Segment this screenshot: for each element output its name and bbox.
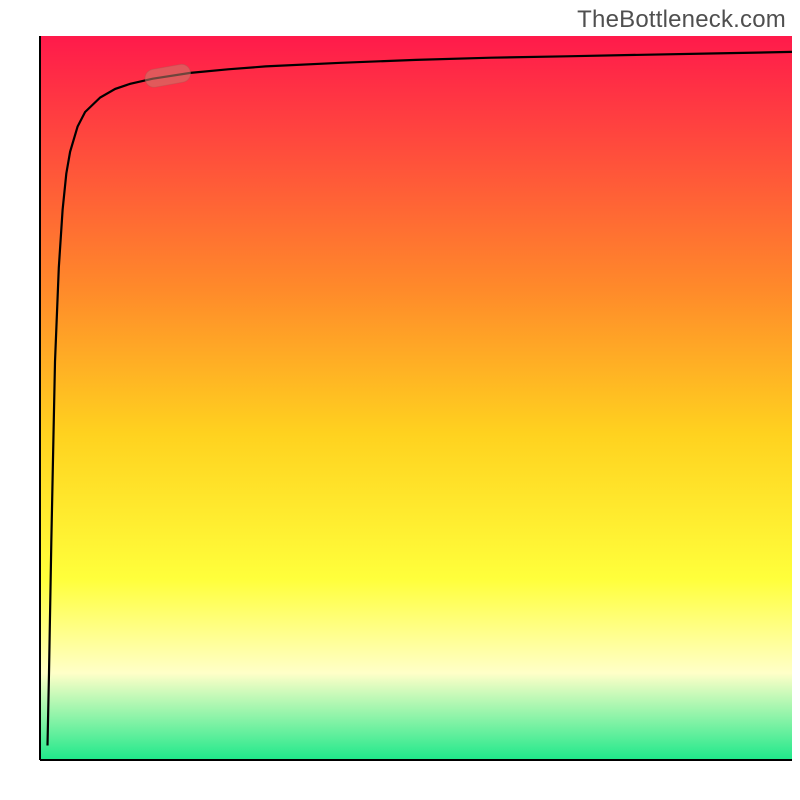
watermark-text: TheBottleneck.com — [577, 6, 786, 34]
chart-svg — [0, 0, 800, 800]
plot-background — [40, 36, 792, 760]
chart-container — [0, 0, 800, 800]
